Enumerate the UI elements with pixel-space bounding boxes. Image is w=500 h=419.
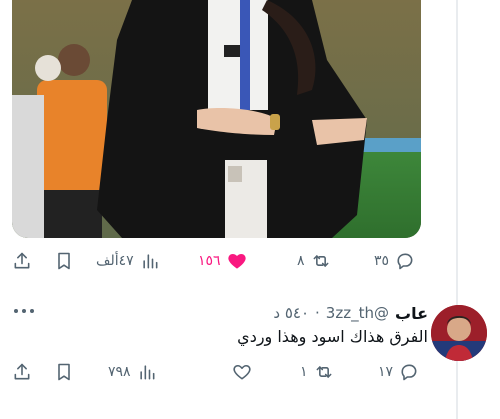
retweet-icon bbox=[313, 255, 328, 267]
like-count: ١٥٦ bbox=[198, 253, 221, 269]
like-button[interactable]: ١٥٦ bbox=[198, 248, 247, 274]
user-handle[interactable]: @3zz_th bbox=[326, 304, 389, 322]
tweet-action-bar: ٤٧ألف ١٥٦ ٨ ٣٥ bbox=[12, 248, 424, 274]
reply-header: عاب @3zz_th · ٥٤٠ د bbox=[273, 302, 428, 324]
share-icon bbox=[14, 252, 30, 269]
reply-button[interactable]: ٣٥ bbox=[374, 248, 415, 274]
reply-retweet-button[interactable]: ١ bbox=[300, 359, 334, 385]
reply-retweet-count: ١ bbox=[300, 364, 308, 380]
retweet-count: ٨ bbox=[297, 253, 305, 269]
retweet-icon bbox=[316, 366, 331, 378]
retweet-button[interactable]: ٨ bbox=[297, 248, 331, 274]
tweet-image[interactable] bbox=[12, 0, 421, 238]
bookmark-button[interactable] bbox=[54, 248, 74, 274]
avatar[interactable] bbox=[431, 305, 487, 361]
heart-filled-icon bbox=[227, 253, 246, 269]
tweet-photo bbox=[12, 0, 421, 238]
bookmark-icon bbox=[58, 252, 70, 270]
more-options-button[interactable] bbox=[14, 306, 36, 316]
views-button[interactable]: ٤٧ألف bbox=[96, 248, 160, 274]
views-chart-icon bbox=[143, 254, 158, 269]
display-name[interactable]: عاب bbox=[395, 304, 428, 323]
reply-count: ٣٥ bbox=[374, 253, 390, 269]
more-dot-icon bbox=[22, 309, 26, 313]
share-button[interactable] bbox=[12, 248, 32, 274]
views-chart-icon bbox=[139, 365, 155, 380]
reply-like-button[interactable] bbox=[226, 359, 252, 385]
heart-icon bbox=[233, 364, 251, 380]
share-icon bbox=[14, 363, 30, 380]
reply-share-button[interactable] bbox=[12, 359, 32, 385]
reply-text: الفرق هذاك اسود وهذا وردي bbox=[237, 327, 428, 346]
reply-reply-count: ١٧ bbox=[378, 364, 394, 380]
more-dot-icon bbox=[30, 309, 34, 313]
bookmark-icon bbox=[58, 363, 70, 381]
views-count: ٤٧ألف bbox=[96, 253, 134, 269]
reply-reply-button[interactable]: ١٧ bbox=[378, 359, 419, 385]
avatar-photo bbox=[431, 305, 487, 361]
reply-bookmark-button[interactable] bbox=[54, 359, 74, 385]
more-dot-icon bbox=[14, 309, 18, 313]
reply-action-bar: ٧٩٨ ١ ١٧ bbox=[12, 359, 424, 385]
reply-bubble-icon bbox=[397, 253, 413, 270]
reply-bubble-icon bbox=[401, 364, 417, 381]
reply-views-button[interactable]: ٧٩٨ bbox=[108, 359, 157, 385]
timestamp[interactable]: ٥٤٠ د bbox=[273, 304, 309, 322]
separator-dot: · bbox=[315, 304, 320, 322]
reply-views-count: ٧٩٨ bbox=[108, 364, 131, 380]
